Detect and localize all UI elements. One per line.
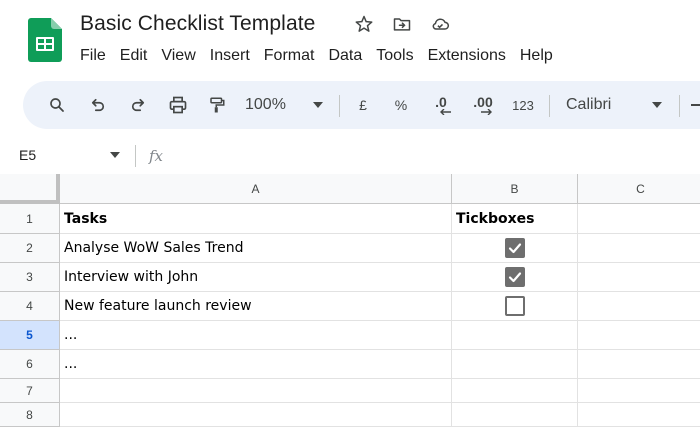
cell-b3[interactable] bbox=[452, 263, 578, 292]
row-header-3[interactable]: 3 bbox=[0, 263, 60, 292]
column-header-a[interactable]: A bbox=[60, 174, 452, 204]
redo-icon[interactable] bbox=[126, 81, 150, 129]
menu-extensions[interactable]: Extensions bbox=[421, 46, 513, 66]
checkbox-checked[interactable] bbox=[504, 267, 525, 287]
toolbar-divider bbox=[339, 95, 340, 117]
row-header-4[interactable]: 4 bbox=[0, 292, 60, 321]
currency-format-button[interactable]: £ bbox=[353, 81, 373, 129]
menu-edit[interactable]: Edit bbox=[113, 46, 155, 66]
decrease-decimal-label: .0 bbox=[435, 94, 447, 110]
zoom-select[interactable]: 100% bbox=[245, 81, 305, 129]
search-icon[interactable] bbox=[45, 81, 69, 129]
menu-tools[interactable]: Tools bbox=[369, 46, 420, 66]
cell-c5[interactable] bbox=[578, 321, 700, 350]
decrease-decimal-button[interactable]: .0 bbox=[428, 81, 454, 129]
row-header-7[interactable]: 7 bbox=[0, 379, 60, 403]
menu-bar: File Edit View Insert Format Data Tools … bbox=[80, 46, 560, 66]
select-all-corner[interactable] bbox=[0, 174, 60, 204]
cell-b4[interactable] bbox=[452, 292, 578, 321]
cell-b5[interactable] bbox=[452, 321, 578, 350]
cell-b8[interactable] bbox=[452, 403, 578, 427]
number-format-button[interactable]: 123 bbox=[508, 81, 538, 129]
cell-b1[interactable]: Tickboxes bbox=[452, 204, 578, 234]
percent-format-button[interactable]: % bbox=[391, 81, 411, 129]
cell-a6[interactable]: ... bbox=[60, 350, 452, 379]
spreadsheet-grid: A B C 1 Tasks Tickboxes 2 Analyse WoW Sa… bbox=[0, 174, 700, 427]
checkmark-icon bbox=[508, 272, 521, 283]
formula-divider bbox=[135, 145, 136, 167]
sheets-logo-icon[interactable] bbox=[28, 18, 62, 62]
cell-a2[interactable]: Analyse WoW Sales Trend bbox=[60, 234, 452, 263]
row-header-5[interactable]: 5 bbox=[0, 321, 60, 350]
chevron-down-icon[interactable] bbox=[310, 81, 326, 129]
document-title[interactable]: Basic Checklist Template bbox=[80, 12, 315, 36]
column-header-b[interactable]: B bbox=[452, 174, 578, 204]
checkmark-icon bbox=[508, 243, 521, 254]
move-to-folder-icon[interactable] bbox=[391, 13, 413, 35]
cell-a7[interactable] bbox=[60, 379, 452, 403]
name-box[interactable]: E5 bbox=[19, 147, 36, 163]
checkbox-checked[interactable] bbox=[504, 238, 525, 258]
menu-insert[interactable]: Insert bbox=[203, 46, 257, 66]
toolbar: 100% £ % .0 .00 123 Calibri bbox=[23, 81, 700, 129]
cell-c1[interactable] bbox=[578, 204, 700, 234]
row-header-6[interactable]: 6 bbox=[0, 350, 60, 379]
cell-a5[interactable]: ... bbox=[60, 321, 452, 350]
cell-c4[interactable] bbox=[578, 292, 700, 321]
zoom-value: 100% bbox=[245, 96, 286, 113]
number-format-label: 123 bbox=[512, 97, 534, 113]
cell-c3[interactable] bbox=[578, 263, 700, 292]
decrease-font-size-icon[interactable] bbox=[691, 81, 700, 129]
increase-decimal-button[interactable]: .00 bbox=[468, 81, 498, 129]
cell-c8[interactable] bbox=[578, 403, 700, 427]
increase-decimal-label: .00 bbox=[473, 94, 493, 110]
cell-c6[interactable] bbox=[578, 350, 700, 379]
column-header-c[interactable]: C bbox=[578, 174, 700, 204]
function-icon: fx bbox=[149, 147, 164, 165]
cloud-status-icon[interactable] bbox=[429, 13, 451, 35]
cell-b7[interactable] bbox=[452, 379, 578, 403]
cell-b6[interactable] bbox=[452, 350, 578, 379]
row-header-8[interactable]: 8 bbox=[0, 403, 60, 427]
cell-c2[interactable] bbox=[578, 234, 700, 263]
cell-a1[interactable]: Tasks bbox=[60, 204, 452, 234]
font-value: Calibri bbox=[566, 96, 612, 113]
cell-a3[interactable]: Interview with John bbox=[60, 263, 452, 292]
menu-data[interactable]: Data bbox=[321, 46, 369, 66]
chevron-down-icon[interactable] bbox=[110, 152, 120, 158]
currency-label: £ bbox=[359, 97, 367, 113]
undo-icon[interactable] bbox=[86, 81, 110, 129]
print-icon[interactable] bbox=[165, 81, 191, 129]
star-icon[interactable] bbox=[353, 13, 375, 35]
menu-file[interactable]: File bbox=[80, 46, 113, 66]
menu-help[interactable]: Help bbox=[513, 46, 560, 66]
percent-label: % bbox=[394, 97, 408, 113]
row-header-1[interactable]: 1 bbox=[0, 204, 60, 234]
menu-format[interactable]: Format bbox=[257, 46, 322, 66]
toolbar-divider bbox=[679, 95, 680, 117]
row-header-2[interactable]: 2 bbox=[0, 234, 60, 263]
paint-format-icon[interactable] bbox=[205, 81, 229, 129]
cell-b2[interactable] bbox=[452, 234, 578, 263]
cell-c7[interactable] bbox=[578, 379, 700, 403]
toolbar-divider bbox=[549, 95, 550, 117]
cell-a8[interactable] bbox=[60, 403, 452, 427]
menu-view[interactable]: View bbox=[154, 46, 202, 66]
checkbox-unchecked[interactable] bbox=[504, 296, 525, 316]
chevron-down-icon[interactable] bbox=[649, 81, 665, 129]
cell-a4[interactable]: New feature launch review bbox=[60, 292, 452, 321]
